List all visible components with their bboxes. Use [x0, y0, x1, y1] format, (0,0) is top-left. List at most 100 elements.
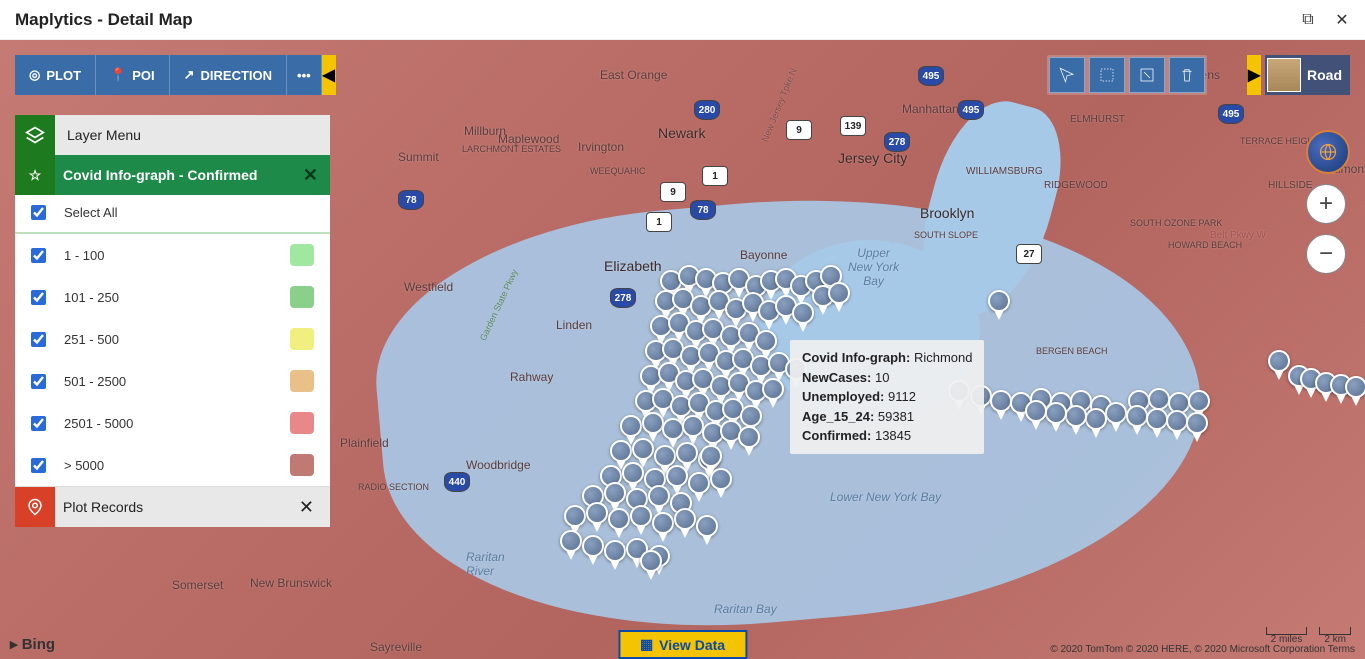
map-label-larchmont: LARCHMONT ESTATES [462, 144, 561, 154]
tooltip-row: Unemployed: 9112 [802, 387, 972, 407]
pointer-select-button[interactable] [1049, 57, 1085, 93]
map-pushpin[interactable] [604, 540, 626, 570]
map-pushpin[interactable] [1186, 412, 1208, 442]
popout-icon[interactable]: ⧉ [1300, 12, 1316, 28]
legend-row: 501 - 2500 [15, 360, 330, 402]
map-label-williamsburg: WILLIAMSBURG [966, 166, 1043, 177]
select-all-label: Select All [64, 205, 117, 220]
map-label-jersey-city: Jersey City [838, 150, 907, 166]
map-attribution: © 2020 TomTom © 2020 HERE, © 2020 Micros… [1050, 644, 1355, 655]
map-label-manhattan: Manhattan [902, 102, 959, 116]
legend-range-label: > 5000 [64, 458, 104, 473]
map-pushpin[interactable] [1085, 408, 1107, 438]
legend-checkbox[interactable] [31, 416, 46, 431]
map-label-weequahic: WEEQUAHIC [590, 166, 646, 176]
collapse-toolbar-right-icon[interactable]: ▶ [1247, 55, 1261, 95]
target-icon: ◎ [29, 67, 40, 83]
map-label-rahway: Rahway [510, 370, 553, 384]
map-pushpin[interactable] [608, 508, 630, 538]
legend-swatch [290, 412, 314, 434]
sidebar: Layer Menu ☆ Covid Info-graph - Confirme… [15, 100, 330, 527]
legend-range-label: 501 - 2500 [64, 374, 126, 389]
legend-checkbox[interactable] [31, 458, 46, 473]
map-pushpin[interactable] [560, 530, 582, 560]
legend-swatch [290, 286, 314, 308]
map-pushpin[interactable] [1345, 376, 1365, 406]
legend-swatch [290, 370, 314, 392]
locate-me-button[interactable] [1306, 130, 1350, 174]
route-shield: 9 [786, 120, 812, 140]
layer-menu-header[interactable]: Layer Menu [15, 115, 330, 155]
map-pushpin[interactable] [696, 515, 718, 545]
plot-records-label: Plot Records [63, 499, 143, 515]
map-pushpin[interactable] [988, 290, 1010, 320]
map-pushpin[interactable] [792, 302, 814, 332]
map-pushpin[interactable] [586, 502, 608, 532]
map-pushpin[interactable] [1166, 410, 1188, 440]
map-pushpin[interactable] [828, 282, 850, 312]
map-label-linden: Linden [556, 318, 592, 332]
direction-tab[interactable]: ↗DIRECTION [170, 55, 287, 95]
collapse-toolbar-left-icon[interactable]: ◀ [322, 55, 336, 95]
legend-header: ☆ Covid Info-graph - Confirmed ✕ [15, 155, 330, 195]
legend-checkbox[interactable] [31, 248, 46, 263]
map-pushpin[interactable] [738, 426, 760, 456]
map-label-ridgewood: RIDGEWOOD [1044, 180, 1108, 191]
route-shield: 1 [646, 212, 672, 232]
map-pushpin[interactable] [1146, 408, 1168, 438]
map-pushpin[interactable] [582, 535, 604, 565]
map-pushpin[interactable] [674, 508, 696, 538]
delete-selection-button[interactable] [1169, 57, 1205, 93]
close-plot-records-icon[interactable]: ✕ [299, 497, 318, 518]
map-pushpin[interactable] [640, 550, 662, 580]
zoom-in-button[interactable]: + [1306, 184, 1346, 224]
map-label-belt-w: Belt Pkwy W [1210, 230, 1266, 241]
route-shield: 440 [444, 472, 470, 492]
map-pushpin[interactable] [700, 445, 722, 475]
legend-swatch [290, 328, 314, 350]
legend-checkbox[interactable] [31, 332, 46, 347]
view-data-button[interactable]: ▦ View Data [618, 630, 747, 659]
map-pushpin[interactable] [762, 378, 784, 408]
map-pushpin[interactable] [652, 512, 674, 542]
map-pushpin[interactable] [1268, 350, 1290, 380]
map-pushpin[interactable] [1045, 402, 1067, 432]
poi-tab[interactable]: 📍POI [96, 55, 170, 95]
app-title: Maplytics - Detail Map [15, 10, 193, 30]
legend-checkbox[interactable] [31, 374, 46, 389]
map-label-summit: Summit [398, 150, 439, 164]
more-tab[interactable]: ••• [287, 55, 322, 95]
map-label-bergen-beach: BERGEN BEACH [1036, 346, 1108, 356]
select-all-checkbox[interactable] [31, 205, 46, 220]
map-label-new-brunswick: New Brunswick [250, 576, 332, 590]
plot-records-header[interactable]: Plot Records ✕ [15, 487, 330, 527]
map-label-irvington: Irvington [578, 140, 624, 154]
legend-swatch [290, 244, 314, 266]
plot-records-icon [15, 487, 55, 527]
maptype-selector[interactable]: Road [1265, 55, 1350, 95]
legend-range-label: 101 - 250 [64, 290, 119, 305]
map-pushpin[interactable] [1025, 400, 1047, 430]
map-pushpin[interactable] [1105, 402, 1127, 432]
map-label-somerset: Somerset [172, 578, 223, 592]
lasso-select-button[interactable] [1129, 57, 1165, 93]
map-pushpin[interactable] [1126, 405, 1148, 435]
map-pushpin[interactable] [630, 505, 652, 535]
route-shield: 27 [1016, 244, 1042, 264]
map-label-howard-beach: HOWARD BEACH [1168, 240, 1242, 250]
legend-row: 1 - 100 [15, 234, 330, 276]
legend-row: 101 - 250 [15, 276, 330, 318]
map-pushpin[interactable] [990, 390, 1012, 420]
map-canvas[interactable]: Newark Jersey City Brooklyn Elizabeth Ba… [0, 40, 1365, 659]
map-label-millburn: Millburn [464, 124, 506, 138]
grid-icon: ▦ [640, 636, 653, 653]
box-select-button[interactable] [1089, 57, 1125, 93]
plot-tab[interactable]: ◎PLOT [15, 55, 96, 95]
close-legend-icon[interactable]: ✕ [303, 165, 318, 186]
map-pushpin[interactable] [1065, 405, 1087, 435]
map-label-woodbridge: Woodbridge [466, 458, 531, 472]
map-pushpin[interactable] [682, 415, 704, 445]
legend-checkbox[interactable] [31, 290, 46, 305]
zoom-out-button[interactable]: − [1306, 234, 1346, 274]
close-icon[interactable]: ✕ [1334, 12, 1350, 28]
